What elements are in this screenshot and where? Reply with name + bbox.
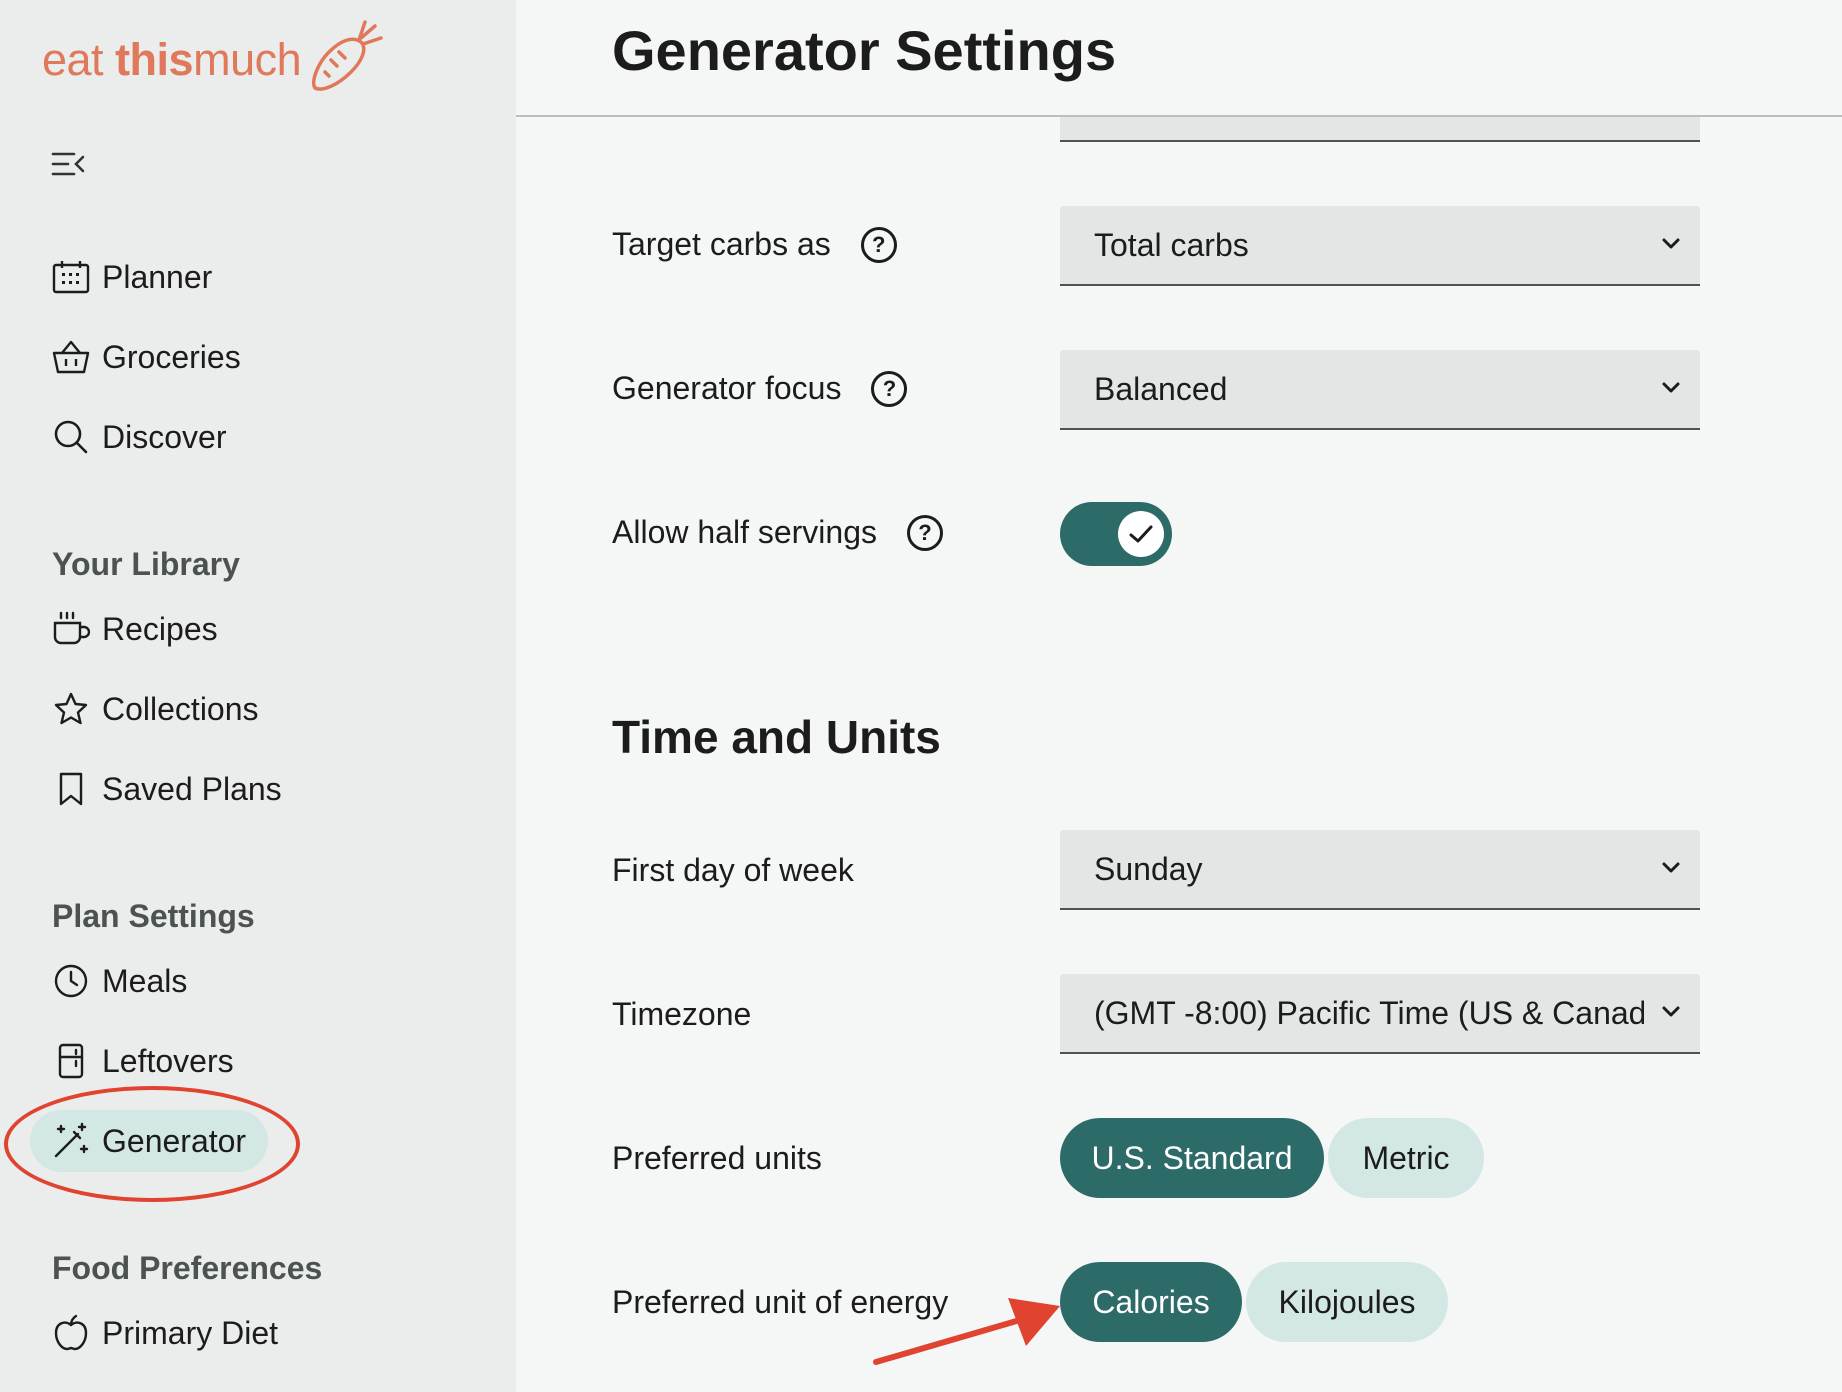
half-servings-text: Allow half servings xyxy=(612,514,877,550)
checkmark-icon xyxy=(1129,525,1153,543)
magic-wand-icon xyxy=(52,1122,90,1160)
timezone-text: Timezone xyxy=(612,996,752,1032)
logo-text-this: this xyxy=(115,34,194,85)
first-day-value: Sunday xyxy=(1094,850,1203,887)
nav-label: Meals xyxy=(102,962,188,999)
clock-icon xyxy=(52,962,90,1000)
chevron-down-icon xyxy=(1662,238,1680,249)
half-servings-toggle[interactable] xyxy=(1060,502,1172,566)
your-library-heading: Your Library xyxy=(52,546,240,582)
target-carbs-value: Total carbs xyxy=(1094,226,1249,263)
nav-planner[interactable]: Planner xyxy=(30,246,234,308)
nav-recipes[interactable]: Recipes xyxy=(30,598,240,660)
half-servings-label: Allow half servings ? xyxy=(612,514,943,551)
nav-collections[interactable]: Collections xyxy=(30,678,281,740)
nav-saved-plans[interactable]: Saved Plans xyxy=(30,758,304,820)
first-day-text: First day of week xyxy=(612,852,854,888)
calories-button[interactable]: Calories xyxy=(1060,1262,1242,1342)
nav-label: Leftovers xyxy=(102,1042,234,1079)
preferred-units-label: Preferred units xyxy=(612,1140,822,1177)
food-preferences-heading: Food Preferences xyxy=(52,1250,323,1286)
nav-label: Primary Diet xyxy=(102,1314,279,1351)
search-icon xyxy=(52,418,90,456)
nav-label: Saved Plans xyxy=(102,770,282,807)
chevron-down-icon xyxy=(1662,1006,1680,1017)
generator-focus-value: Balanced xyxy=(1094,370,1228,407)
nav-groceries[interactable]: Groceries xyxy=(30,326,263,388)
time-units-heading: Time and Units xyxy=(612,711,941,763)
target-carbs-label: Target carbs as ? xyxy=(612,226,897,263)
apple-icon xyxy=(52,1314,90,1352)
generator-focus-text: Generator focus xyxy=(612,370,842,406)
kilojoules-button[interactable]: Kilojoules xyxy=(1246,1262,1448,1342)
nav-label: Generator xyxy=(102,1122,247,1159)
timezone-value: (GMT -8:00) Pacific Time (US & Canada) xyxy=(1094,994,1644,1031)
nav-label: Planner xyxy=(102,258,213,295)
target-carbs-text: Target carbs as xyxy=(612,226,831,262)
nav-label: Collections xyxy=(102,690,259,727)
sidebar: eat thismuch Planner Groceries Discover … xyxy=(0,0,516,1392)
timezone-select[interactable]: (GMT -8:00) Pacific Time (US & Canada) xyxy=(1060,974,1700,1054)
nav-discover[interactable]: Discover xyxy=(30,406,248,468)
page-title: Generator Settings xyxy=(612,19,1117,82)
nav-meals[interactable]: Meals xyxy=(30,950,209,1012)
logo-text-eat: eat xyxy=(42,34,116,85)
collapse-sidebar-button[interactable] xyxy=(50,146,88,182)
star-icon xyxy=(52,690,90,728)
calendar-icon xyxy=(52,258,90,296)
chevron-down-icon xyxy=(1662,382,1680,393)
energy-unit-label: Preferred unit of energy xyxy=(612,1284,948,1321)
help-icon[interactable]: ? xyxy=(871,370,908,407)
timezone-label: Timezone xyxy=(612,996,751,1033)
generator-focus-label: Generator focus ? xyxy=(612,370,908,407)
first-day-select[interactable]: Sunday xyxy=(1060,830,1700,910)
preferred-units-text: Preferred units xyxy=(612,1140,822,1176)
nav-label: Recipes xyxy=(102,610,218,647)
nav-primary-diet[interactable]: Primary Diet xyxy=(30,1302,300,1364)
carrot-logo-icon xyxy=(312,20,383,91)
first-day-label: First day of week xyxy=(612,852,854,889)
collapse-menu-icon xyxy=(51,152,85,176)
plan-settings-heading: Plan Settings xyxy=(52,898,255,934)
us-standard-button[interactable]: U.S. Standard xyxy=(1060,1118,1324,1198)
help-icon[interactable]: ? xyxy=(907,514,943,551)
metric-button[interactable]: Metric xyxy=(1328,1118,1484,1198)
nav-label: Groceries xyxy=(102,338,241,375)
eat-this-much-logo[interactable]: eat thismuch xyxy=(42,12,387,94)
bookmark-icon xyxy=(52,770,90,808)
page-header: Generator Settings xyxy=(516,0,1842,117)
mug-icon xyxy=(52,610,90,648)
fridge-icon xyxy=(52,1042,90,1080)
nav-leftovers[interactable]: Leftovers xyxy=(30,1030,256,1092)
basket-icon xyxy=(52,338,90,376)
target-carbs-select[interactable]: Total carbs xyxy=(1060,206,1700,286)
energy-unit-text: Preferred unit of energy xyxy=(612,1284,949,1320)
generator-focus-select[interactable]: Balanced xyxy=(1060,350,1700,430)
chevron-down-icon xyxy=(1662,862,1680,873)
logo-text-much: much xyxy=(193,34,302,85)
nav-generator[interactable]: Generator xyxy=(30,1110,269,1172)
help-icon[interactable]: ? xyxy=(860,226,897,263)
nav-label: Discover xyxy=(102,418,227,455)
